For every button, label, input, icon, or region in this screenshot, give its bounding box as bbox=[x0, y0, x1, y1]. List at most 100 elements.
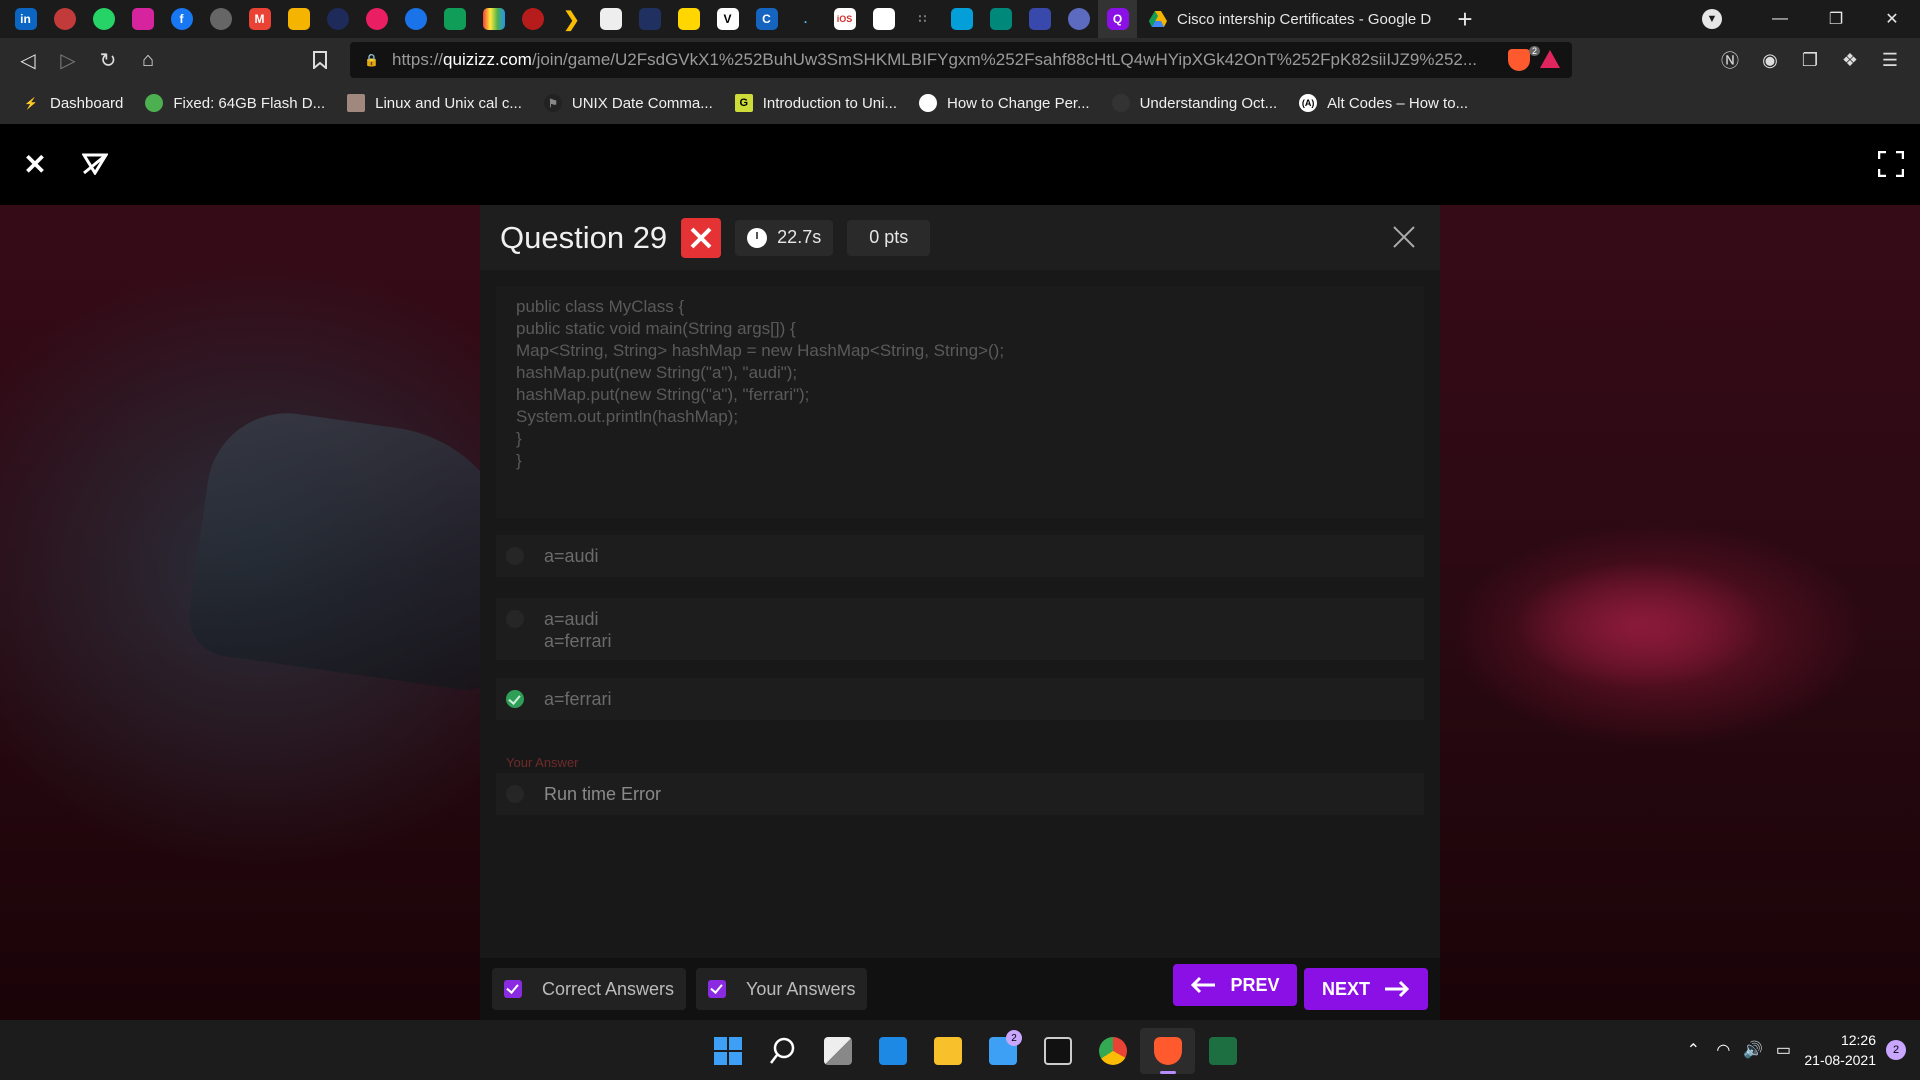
fullscreen-icon[interactable] bbox=[1866, 139, 1916, 189]
incorrect-badge bbox=[681, 217, 722, 258]
brave-rewards-icon[interactable] bbox=[1540, 50, 1560, 68]
clock-area[interactable]: 12:26 21-08-2021 bbox=[1804, 1030, 1876, 1070]
bookmark-label: Understanding Oct... bbox=[1139, 94, 1278, 112]
chrome-button[interactable] bbox=[1085, 1028, 1140, 1074]
pinned-tab-26[interactable] bbox=[981, 0, 1020, 38]
spy-extension-icon[interactable]: ◉ bbox=[1750, 40, 1790, 80]
pinned-tab-23[interactable] bbox=[864, 0, 903, 38]
wifi-icon[interactable]: ◠ bbox=[1708, 1035, 1738, 1065]
address-bar[interactable]: 🔒 https://quizizz.com/join/game/U2FsdGVk… bbox=[350, 42, 1572, 78]
active-tab[interactable]: Cisco intership Certificates - Google D bbox=[1137, 0, 1447, 38]
pinned-tab-17[interactable] bbox=[630, 0, 669, 38]
minimize-button[interactable]: — bbox=[1752, 0, 1808, 38]
volume-icon[interactable]: 🔊 bbox=[1738, 1035, 1768, 1065]
pinned-tab-11[interactable] bbox=[396, 0, 435, 38]
bookmark-understanding-oct[interactable]: Understanding Oct... bbox=[1111, 94, 1278, 112]
pinned-tab-facebook[interactable]: f bbox=[162, 0, 201, 38]
moon-icon bbox=[326, 8, 349, 30]
chevron-up-icon[interactable]: ⌃ bbox=[1678, 1035, 1708, 1065]
reload-button[interactable]: ↻ bbox=[88, 40, 128, 80]
pinned-tab-20[interactable]: C bbox=[747, 0, 786, 38]
bookmark-change-perm[interactable]: How to Change Per... bbox=[919, 94, 1090, 112]
pinned-tab-16[interactable] bbox=[591, 0, 630, 38]
notion-extension-icon[interactable]: Ⓝ bbox=[1710, 40, 1750, 80]
close-window-button[interactable]: ✕ bbox=[1864, 0, 1920, 38]
restore-button[interactable]: ❐ bbox=[1808, 0, 1864, 38]
pinned-tab-10[interactable] bbox=[357, 0, 396, 38]
correct-check-icon bbox=[506, 690, 524, 708]
brave-lion-icon bbox=[1153, 1037, 1182, 1065]
pinned-tab-drive[interactable] bbox=[279, 0, 318, 38]
puzzle-extensions-icon[interactable]: ❖ bbox=[1830, 40, 1870, 80]
windows-taskbar: 2 ⌃ ◠ 🔊 ▭ 12:26 21-08-2021 2 bbox=[0, 1020, 1920, 1080]
cisco-icon: ∷ bbox=[918, 12, 927, 26]
pinned-tab-22[interactable]: iOS bbox=[825, 0, 864, 38]
pinned-tab-15[interactable]: ❯ bbox=[552, 0, 591, 38]
pinned-tab-12[interactable] bbox=[435, 0, 474, 38]
pinned-tab-21[interactable]: . bbox=[786, 0, 825, 38]
your-answers-toggle[interactable]: Your Answers bbox=[696, 968, 868, 1010]
pinned-tab-gmail[interactable]: M bbox=[240, 0, 279, 38]
pinned-tab-25[interactable] bbox=[942, 0, 981, 38]
new-tab-button[interactable]: + bbox=[1447, 0, 1483, 38]
option-text: Run time Error bbox=[544, 784, 662, 804]
copy-extension-icon[interactable]: ❐ bbox=[1790, 40, 1830, 80]
pinned-tab-18[interactable] bbox=[669, 0, 708, 38]
start-button[interactable] bbox=[700, 1028, 755, 1074]
no-music-icon[interactable] bbox=[70, 139, 120, 189]
battery-icon[interactable]: ▭ bbox=[1768, 1035, 1798, 1065]
pinned-tab-2[interactable] bbox=[45, 0, 84, 38]
pinned-tab-28[interactable] bbox=[1059, 0, 1098, 38]
pinned-tab-instagram[interactable] bbox=[123, 0, 162, 38]
dot-icon: . bbox=[803, 12, 808, 26]
widgets-button[interactable] bbox=[865, 1028, 920, 1074]
pinned-tab-quizizz[interactable]: Q bbox=[1098, 0, 1137, 38]
excel-button[interactable] bbox=[1195, 1028, 1250, 1074]
bookmark-linux-cal[interactable]: Linux and Unix cal c... bbox=[347, 94, 522, 112]
url-host: quizizz.com bbox=[443, 50, 532, 69]
facebook-icon: f bbox=[170, 8, 193, 30]
pinned-tab-9[interactable] bbox=[318, 0, 357, 38]
prev-button[interactable]: PREV bbox=[1173, 964, 1297, 1006]
drive-icon bbox=[287, 8, 310, 30]
pinned-tab-14[interactable] bbox=[513, 0, 552, 38]
points-chip: 0 pts bbox=[847, 219, 931, 256]
browser-menu-icon[interactable]: ☰ bbox=[1870, 40, 1910, 80]
forward-button[interactable]: ▷ bbox=[48, 40, 88, 80]
lightning-icon bbox=[443, 8, 466, 30]
v-logo-icon: V bbox=[716, 8, 739, 30]
terminal-button[interactable] bbox=[1030, 1028, 1085, 1074]
bookmark-label: Introduction to Uni... bbox=[762, 94, 897, 112]
pinned-tab-13[interactable] bbox=[474, 0, 513, 38]
next-button[interactable]: NEXT bbox=[1304, 968, 1428, 1010]
pinned-tab-linkedin[interactable]: in bbox=[6, 0, 45, 38]
back-button[interactable]: ◁ bbox=[8, 40, 48, 80]
bookmark-page-button[interactable] bbox=[300, 40, 340, 80]
bookmark-alt-codes[interactable]: (A) Alt Codes – How to... bbox=[1299, 94, 1468, 112]
pinned-tab-24[interactable]: ∷ bbox=[903, 0, 942, 38]
pinned-tab-27[interactable] bbox=[1020, 0, 1059, 38]
search-button[interactable] bbox=[755, 1028, 810, 1074]
tab-search-icon[interactable]: ▼ bbox=[1702, 9, 1722, 29]
brave-button[interactable] bbox=[1140, 1028, 1195, 1074]
pinned-tab-6[interactable] bbox=[201, 0, 240, 38]
file-explorer-button[interactable] bbox=[920, 1028, 975, 1074]
option-text: a=audi bbox=[544, 546, 599, 566]
screen-icon bbox=[1028, 8, 1051, 30]
notification-badge[interactable]: 2 bbox=[1886, 1040, 1906, 1060]
brave-shields-icon[interactable] bbox=[1508, 49, 1530, 71]
mail-button[interactable]: 2 bbox=[975, 1028, 1030, 1074]
checkbox-icon bbox=[504, 980, 522, 998]
exit-game-icon[interactable]: ✕ bbox=[10, 139, 60, 189]
pinned-tab-whatsapp[interactable] bbox=[84, 0, 123, 38]
pinned-tab-19[interactable]: V bbox=[708, 0, 747, 38]
bookmark-flash-drive[interactable]: Fixed: 64GB Flash D... bbox=[145, 94, 325, 112]
correct-answers-toggle[interactable]: Correct Answers bbox=[492, 968, 687, 1010]
task-view-button[interactable] bbox=[810, 1028, 865, 1074]
bookmark-intro-unix[interactable]: G Introduction to Uni... bbox=[734, 94, 897, 112]
home-button[interactable]: ⌂ bbox=[128, 40, 168, 80]
clock-icon bbox=[747, 227, 768, 248]
close-panel-button[interactable] bbox=[1386, 219, 1422, 255]
bookmark-dashboard[interactable]: ⚡ Dashboard bbox=[22, 94, 123, 112]
bookmark-unix-date[interactable]: ⚑ UNIX Date Comma... bbox=[543, 94, 713, 112]
